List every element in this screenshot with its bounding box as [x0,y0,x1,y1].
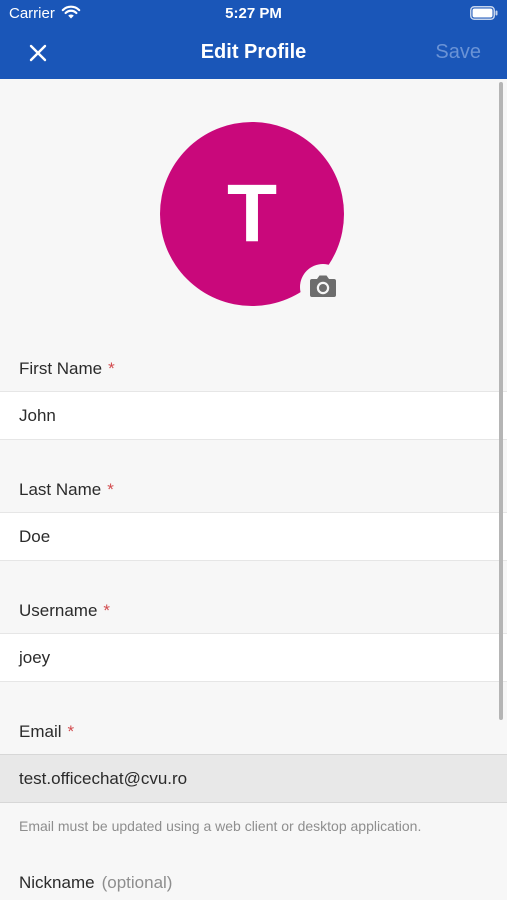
username-field[interactable]: joey [0,633,507,682]
avatar-container: T [160,122,346,310]
last-name-label: Last Name * [19,480,114,500]
nickname-label: Nickname (optional) [19,873,172,893]
page-title: Edit Profile [200,41,307,63]
camera-icon [310,275,336,297]
save-button[interactable]: Save [435,41,481,64]
last-name-field[interactable]: Doe [0,512,507,561]
optional-marker: (optional) [101,873,173,892]
email-label: Email * [19,722,74,742]
first-name-label: First Name * [19,359,115,379]
required-marker: * [108,359,115,378]
required-marker: * [107,480,114,499]
status-bar: Carrier 5:27 PM [0,0,507,28]
scrollbar[interactable] [499,82,503,720]
nickname-label-text: Nickname [19,873,95,892]
last-name-label-text: Last Name [19,480,102,499]
nav-bar: Edit Profile Save [0,28,507,79]
change-photo-button[interactable] [300,264,346,310]
first-name-label-text: First Name [19,359,103,378]
username-label: Username * [19,601,110,621]
battery-icon [470,6,498,20]
email-field: test.officechat@cvu.ro [0,754,507,803]
status-time: 5:27 PM [225,5,282,22]
email-label-text: Email [19,722,62,741]
required-marker: * [67,722,75,741]
email-help-text: Email must be updated using a web client… [19,818,422,834]
first-name-field[interactable]: John [0,391,507,440]
username-label-text: Username [19,601,98,620]
required-marker: * [103,601,111,620]
